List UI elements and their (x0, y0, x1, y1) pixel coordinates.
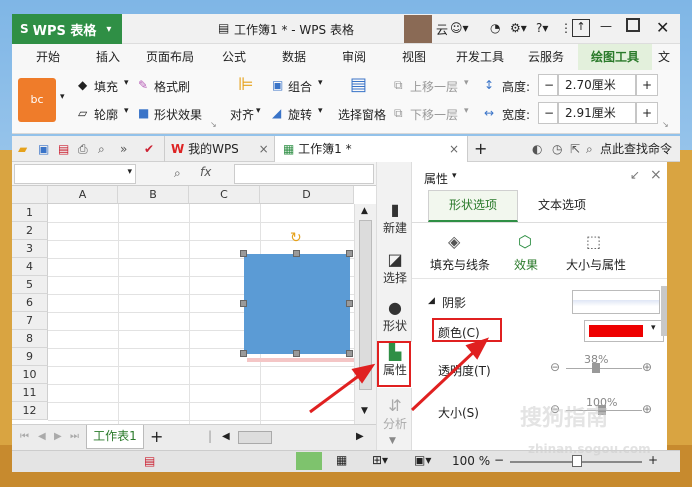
page-layout-view-icon[interactable]: ▦ (336, 453, 347, 467)
zoom-level[interactable]: 100 % (452, 454, 490, 468)
macro-icon[interactable]: ▤ (144, 454, 155, 468)
page-break-view-icon[interactable]: ⊞▾ (372, 453, 388, 467)
watermark-text: 搜狗指南 (520, 406, 609, 431)
normal-view-icon[interactable] (296, 452, 322, 470)
zoom-out-icon[interactable]: − (494, 453, 504, 467)
zoom-slider-thumb[interactable] (572, 455, 582, 467)
reading-mode-icon[interactable]: ▣▾ (414, 453, 431, 467)
watermark-url: zhinan.sogou.com (528, 442, 651, 456)
